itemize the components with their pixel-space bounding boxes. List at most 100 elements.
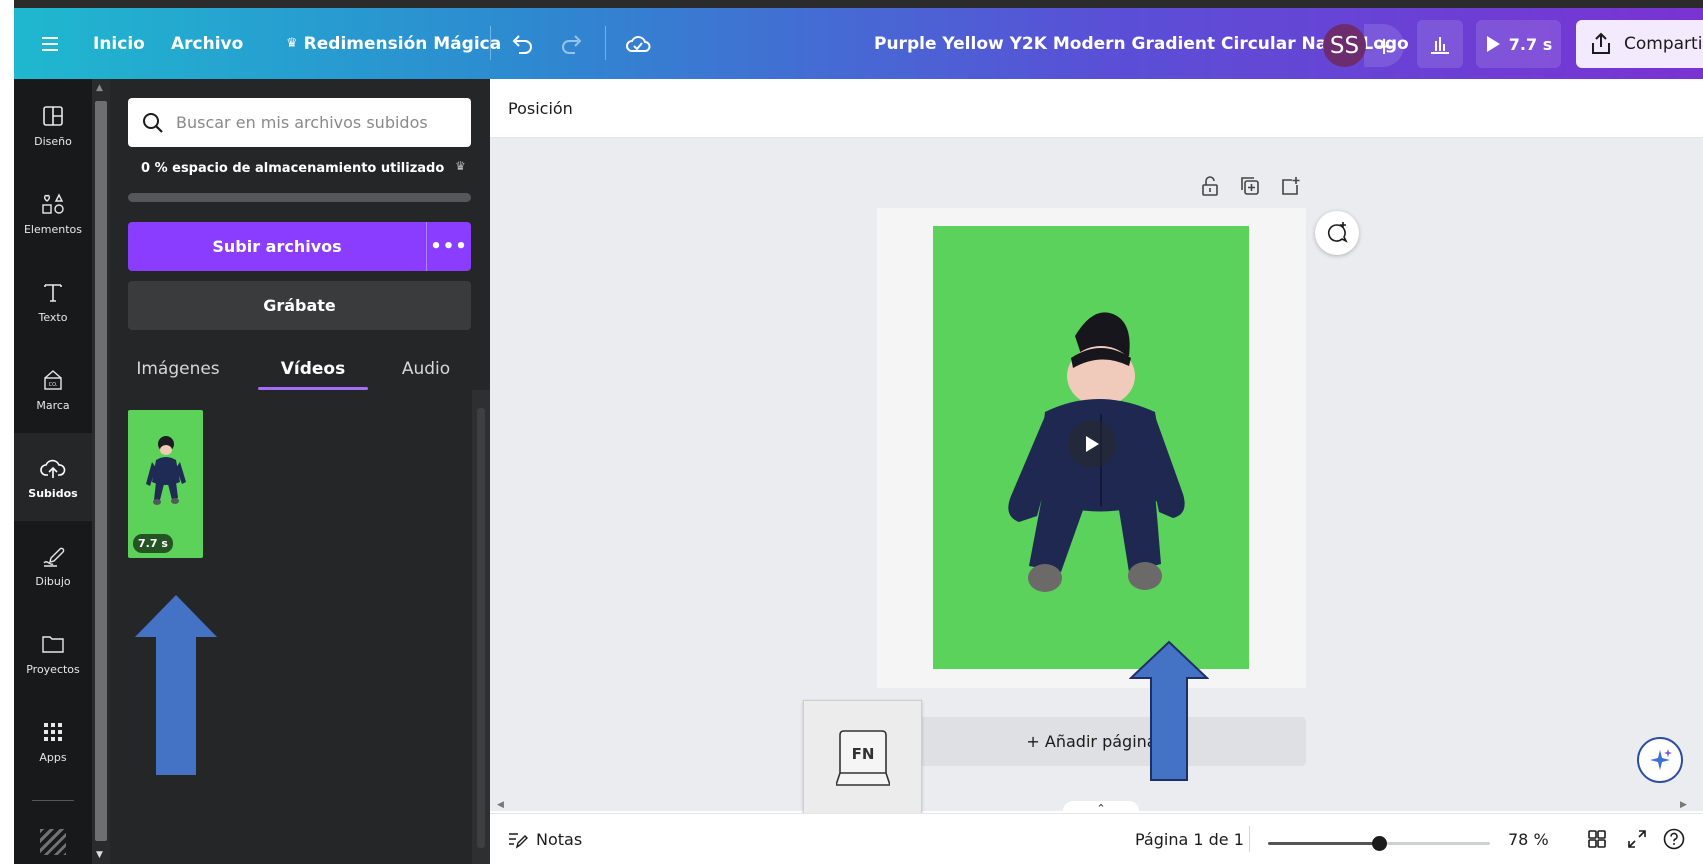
add-page-icon[interactable] bbox=[1278, 174, 1302, 198]
page-indicator[interactable]: Página 1 de 1 bbox=[1135, 814, 1244, 864]
draw-icon bbox=[40, 543, 66, 569]
grid-view-icon[interactable] bbox=[1585, 827, 1609, 851]
rail-item-label: Subidos bbox=[28, 486, 78, 500]
window-top-strip bbox=[0, 0, 1703, 8]
rail-item-label: Diseño bbox=[34, 134, 72, 148]
rail-item-label: Texto bbox=[38, 310, 68, 324]
header-divider bbox=[605, 26, 606, 60]
svg-text:CO.: CO. bbox=[49, 382, 58, 388]
duplicate-page-icon[interactable] bbox=[1238, 174, 1262, 198]
baby-figure-image bbox=[146, 436, 186, 505]
pattern-icon[interactable] bbox=[40, 829, 66, 855]
scroll-right-icon[interactable]: ▶ bbox=[1680, 800, 1687, 810]
magic-resize-label: Redimensión Mágica bbox=[303, 33, 502, 54]
help-icon[interactable] bbox=[1662, 827, 1686, 851]
play-icon bbox=[1486, 36, 1500, 52]
rail-item-uploads[interactable]: Subidos bbox=[14, 433, 92, 521]
share-button[interactable]: Compartir bbox=[1576, 20, 1703, 68]
fn-key-overlay: FN bbox=[803, 700, 922, 815]
rail-item-apps[interactable]: Apps bbox=[14, 697, 92, 785]
user-avatar[interactable]: SS bbox=[1323, 24, 1366, 67]
video-play-button[interactable] bbox=[1068, 420, 1116, 468]
present-play-button[interactable]: 7.7 s bbox=[1476, 20, 1561, 68]
more-options-icon[interactable]: ••• bbox=[427, 222, 471, 271]
cloud-saved-icon[interactable] bbox=[625, 8, 651, 79]
text-icon bbox=[40, 279, 66, 305]
notes-button[interactable]: Notas bbox=[508, 814, 582, 864]
lock-icon[interactable] bbox=[1198, 174, 1222, 198]
uploaded-video-thumbnail[interactable]: 7.7 s bbox=[128, 410, 203, 558]
annotation-arrow-up bbox=[1129, 640, 1209, 781]
rail-item-projects[interactable]: Proyectos bbox=[14, 609, 92, 697]
active-tab-indicator bbox=[258, 387, 368, 390]
search-icon bbox=[143, 112, 163, 133]
zoom-slider-handle[interactable] bbox=[1372, 836, 1387, 851]
storage-usage-bar bbox=[128, 193, 471, 202]
menu-hamburger-icon[interactable] bbox=[40, 8, 60, 79]
undo-icon[interactable] bbox=[510, 8, 534, 79]
panel-scrollbar[interactable] bbox=[472, 390, 490, 864]
scroll-left-icon[interactable]: ◀ bbox=[497, 800, 504, 810]
context-toolbar: Posición bbox=[490, 79, 1703, 138]
side-rail: Diseño Elementos Texto CO. Marca Subidos… bbox=[14, 79, 92, 864]
workspace-scrollbar[interactable] bbox=[1689, 138, 1703, 811]
add-page-button[interactable]: + Añadir página bbox=[877, 717, 1306, 766]
folder-icon bbox=[40, 631, 66, 657]
tab-audio[interactable]: Audio bbox=[386, 347, 466, 391]
rail-item-elements[interactable]: Elementos bbox=[14, 169, 92, 257]
upload-button-group: Subir archivos ••• bbox=[128, 222, 471, 271]
magic-assistant-button[interactable] bbox=[1637, 737, 1683, 783]
storage-usage-text: 0 % espacio de almacenamiento utilizado bbox=[141, 161, 445, 176]
tab-videos[interactable]: Vídeos bbox=[258, 347, 368, 391]
fullscreen-icon[interactable] bbox=[1625, 827, 1649, 851]
shapes-icon bbox=[40, 191, 66, 217]
home-menu[interactable]: Inicio bbox=[93, 8, 145, 79]
scroll-up-icon[interactable]: ▲ bbox=[96, 83, 103, 93]
statusbar-divider bbox=[1249, 826, 1250, 852]
insights-button[interactable] bbox=[1417, 20, 1463, 68]
play-duration: 7.7 s bbox=[1508, 34, 1553, 54]
plus-icon: + bbox=[1373, 31, 1395, 60]
zoom-percent[interactable]: 78 % bbox=[1508, 814, 1549, 864]
scrollbar-thumb[interactable] bbox=[477, 408, 485, 848]
window-left-strip bbox=[0, 0, 14, 864]
play-icon bbox=[1086, 436, 1099, 452]
rail-item-draw[interactable]: Dibujo bbox=[14, 521, 92, 609]
rail-divider bbox=[32, 800, 74, 801]
rail-item-label: Dibujo bbox=[35, 574, 71, 588]
rail-item-design[interactable]: Diseño bbox=[14, 81, 92, 169]
cloud-upload-icon bbox=[40, 455, 66, 481]
tab-images[interactable]: Imágenes bbox=[128, 347, 228, 391]
zoom-slider-fill bbox=[1268, 842, 1379, 845]
crown-icon: ♛ bbox=[455, 159, 466, 173]
notes-icon bbox=[509, 832, 528, 849]
video-duration-badge: 7.7 s bbox=[133, 534, 173, 553]
svg-text:FN: FN bbox=[851, 745, 874, 763]
file-menu[interactable]: Archivo bbox=[171, 8, 243, 79]
fn-key-icon: FN bbox=[835, 729, 890, 786]
record-yourself-button[interactable]: Grábate bbox=[128, 281, 471, 330]
rail-item-text[interactable]: Texto bbox=[14, 257, 92, 345]
upload-files-button[interactable]: Subir archivos bbox=[128, 222, 426, 271]
search-box[interactable] bbox=[128, 98, 471, 147]
share-label: Compartir bbox=[1624, 34, 1703, 54]
annotation-arrow-up bbox=[135, 595, 217, 775]
redo-icon[interactable] bbox=[560, 8, 584, 79]
search-input[interactable] bbox=[176, 113, 456, 132]
header-divider bbox=[490, 26, 491, 60]
zoom-slider[interactable] bbox=[1268, 836, 1490, 851]
apps-grid-icon bbox=[40, 719, 66, 745]
rail-scrollbar[interactable]: ▲ ▼ bbox=[92, 79, 110, 864]
add-comment-button[interactable] bbox=[1315, 211, 1359, 255]
rail-item-label: Marca bbox=[36, 398, 70, 412]
rail-item-brand[interactable]: CO. Marca bbox=[14, 345, 92, 433]
magic-resize-menu[interactable]: ♛ Redimensión Mágica bbox=[286, 8, 501, 79]
top-header: Inicio Archivo ♛ Redimensión Mágica Purp… bbox=[14, 8, 1703, 79]
scrollbar-thumb[interactable] bbox=[95, 101, 107, 841]
position-button[interactable]: Posición bbox=[508, 79, 573, 138]
comment-plus-icon bbox=[1327, 222, 1348, 243]
notes-label: Notas bbox=[536, 830, 583, 849]
scroll-down-icon[interactable]: ▼ bbox=[96, 850, 103, 860]
rail-item-label: Proyectos bbox=[26, 662, 80, 676]
brand-icon: CO. bbox=[40, 367, 66, 393]
